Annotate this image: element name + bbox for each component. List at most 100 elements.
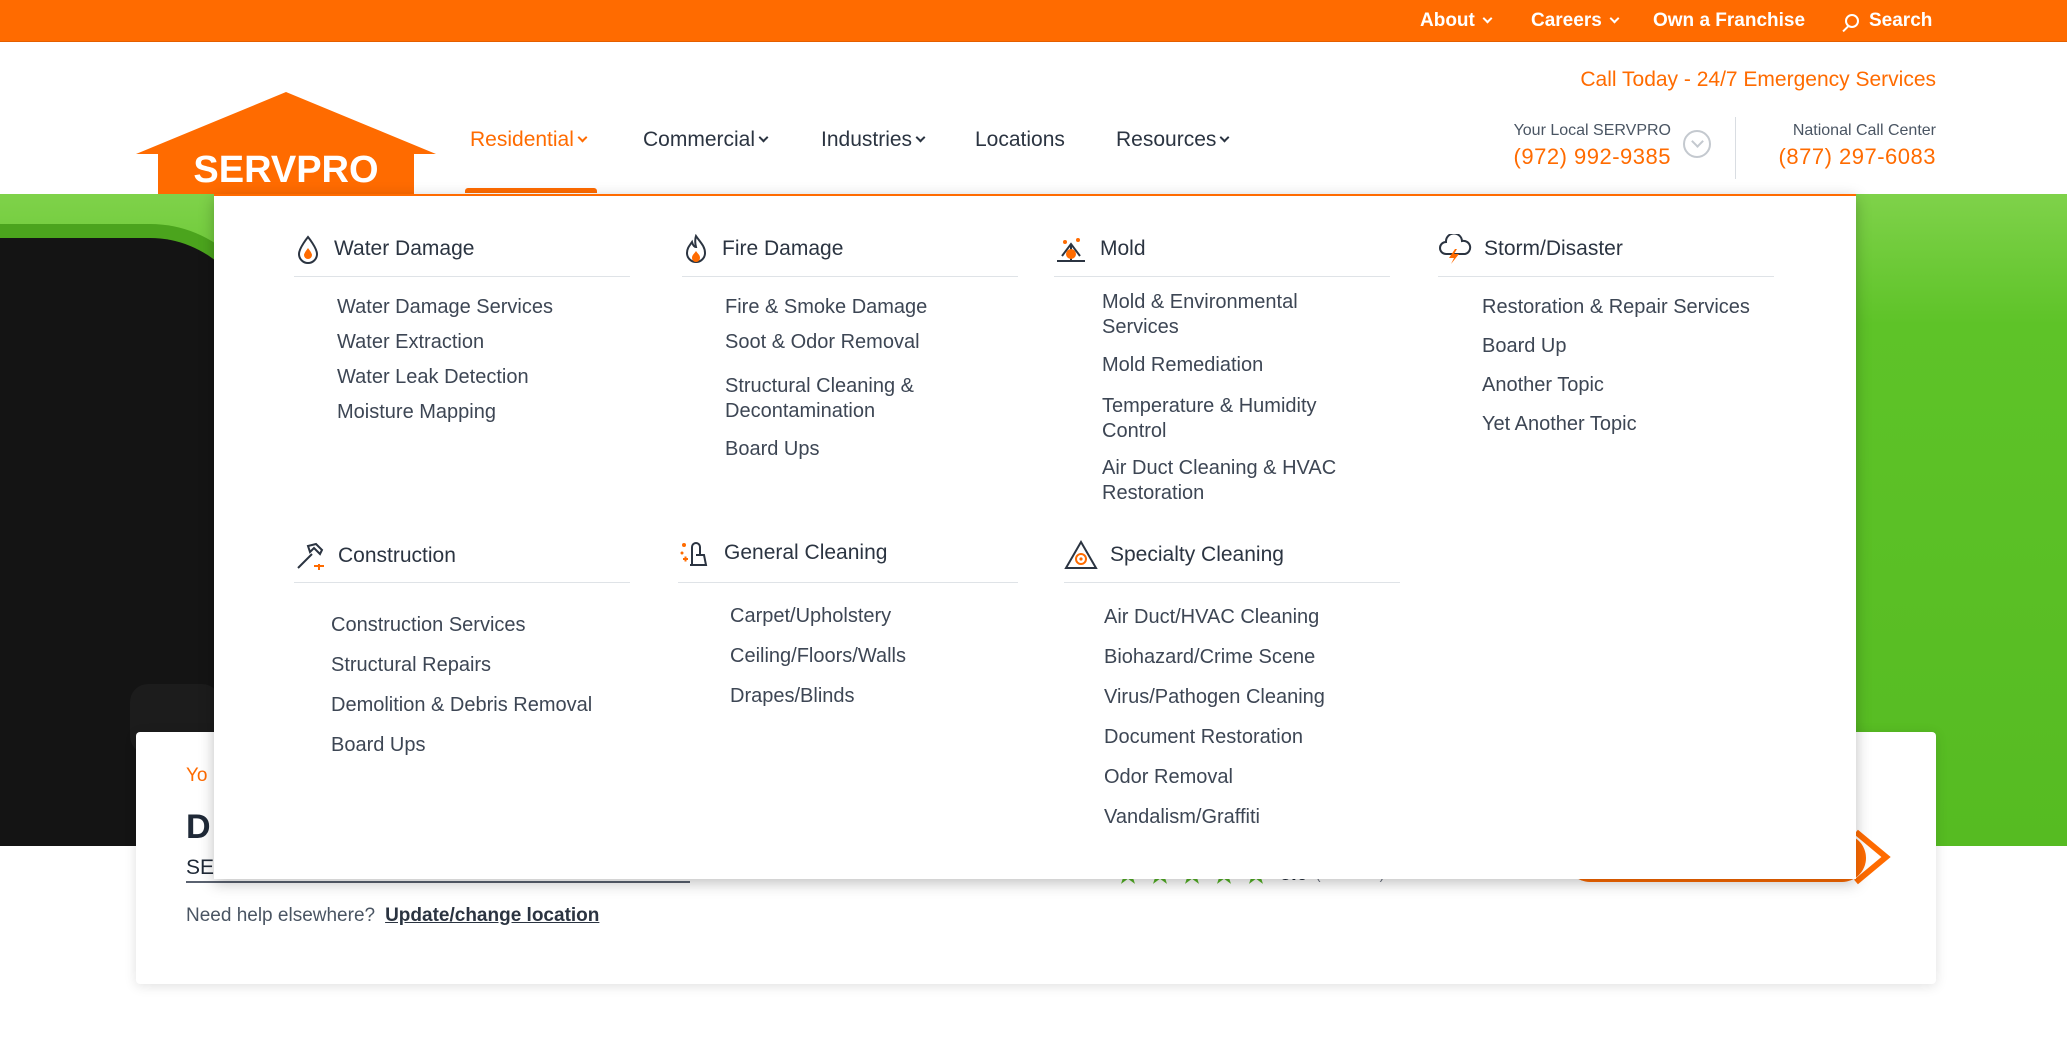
mold-title: Mold [1100,237,1146,260]
topbar-franchise-label: Own a Franchise [1653,10,1806,31]
general-link-3[interactable]: Drapes/Blinds [730,684,855,709]
local-phone-number[interactable]: (972) 992-9385 [1514,144,1671,170]
location-subtitle-underline [186,881,690,883]
topbar-about-link[interactable]: About [1420,10,1493,32]
water-damage-heading[interactable]: Water Damage [294,234,474,264]
column-divider [1064,582,1400,583]
nav-locations-label: Locations [975,128,1065,151]
topbar-search-label: Search [1869,10,1933,31]
hammer-icon [297,542,324,570]
water-link-2[interactable]: Water Extraction [337,330,484,355]
update-location-link[interactable]: Update/change location [385,905,599,926]
topbar-careers-label: Careers [1531,10,1602,31]
vacuum-icon [680,542,708,566]
topbar-about-label: About [1420,10,1475,31]
specialty-cleaning-title: Specialty Cleaning [1110,543,1284,566]
national-phone-number[interactable]: (877) 297-6083 [1779,144,1936,170]
biohazard-icon [1064,539,1098,569]
nav-resources[interactable]: Resources [1116,128,1230,152]
storm-disaster-heading[interactable]: Storm/Disaster [1438,234,1623,264]
water-damage-title: Water Damage [334,237,475,260]
fire-link-2[interactable]: Soot & Odor Removal [725,330,920,355]
nav-industries-label: Industries [821,128,913,151]
specialty-link-3[interactable]: Virus/Pathogen Cleaning [1104,685,1325,710]
location-help: Need help elsewhere? Update/change locati… [186,905,599,927]
specialty-link-6[interactable]: Vandalism/Graffiti [1104,805,1260,830]
local-phone-block[interactable]: Your Local SERVPRO (972) 992-9385 [1514,122,1671,170]
chevron-down-icon [915,132,926,143]
storm-link-4[interactable]: Yet Another Topic [1482,412,1637,437]
site-header: SERVPRO Residential Commercial Industrie… [0,42,2067,200]
residential-mega-menu: Water Damage Water Damage Services Water… [214,194,1856,879]
chevron-down-icon [1219,132,1230,143]
utility-bar: About Careers Own a Franchise Search [0,0,2067,42]
location-eyebrow: Yo [186,765,208,786]
chevron-down-icon [1482,13,1493,24]
specialty-link-1[interactable]: Air Duct/HVAC Cleaning [1104,605,1319,630]
nav-resources-label: Resources [1116,128,1217,151]
mold-link-4[interactable]: Air Duct Cleaning & HVAC Restoration [1102,456,1382,506]
local-phone-label: Your Local SERVPRO [1513,122,1671,139]
nav-commercial[interactable]: Commercial [643,128,769,152]
mold-heading[interactable]: Mold [1054,234,1146,264]
mold-link-1[interactable]: Mold & Environmental Services [1102,290,1362,340]
storm-cloud-icon [1439,234,1472,264]
location-title: D [186,808,211,846]
servpro-logo[interactable]: SERVPRO [136,92,436,200]
fire-link-1[interactable]: Fire & Smoke Damage [725,295,927,320]
storm-link-3[interactable]: Another Topic [1482,373,1604,398]
location-subtitle[interactable]: SE [186,856,214,880]
column-divider [294,276,630,277]
location-help-text: Need help elsewhere? [186,905,376,926]
construction-link-1[interactable]: Construction Services [331,613,526,638]
storm-link-2[interactable]: Board Up [1482,334,1567,359]
construction-link-4[interactable]: Board Ups [331,733,426,758]
flame-icon [685,234,707,263]
mold-link-3[interactable]: Temperature & Humidity Control [1102,394,1362,444]
water-link-1[interactable]: Water Damage Services [337,295,553,320]
construction-link-3[interactable]: Demolition & Debris Removal [331,693,592,718]
topbar-search-link[interactable]: Search [1845,10,1932,32]
general-cleaning-heading[interactable]: General Cleaning [678,537,887,569]
water-drop-icon [297,235,319,264]
specialty-link-2[interactable]: Biohazard/Crime Scene [1104,645,1315,670]
nav-commercial-label: Commercial [643,128,756,151]
chevron-down-icon [1609,13,1620,24]
construction-title: Construction [338,544,456,567]
specialty-link-5[interactable]: Odor Removal [1104,765,1233,790]
column-divider [678,582,1018,583]
chevron-down-icon [758,132,769,143]
chevron-down-icon[interactable] [1683,130,1711,158]
nav-residential-label: Residential [470,128,574,151]
chevron-right-icon [1854,829,1891,885]
fire-damage-title: Fire Damage [722,237,844,260]
fire-link-4[interactable]: Board Ups [725,437,820,462]
nav-locations[interactable]: Locations [975,128,1065,152]
nav-residential[interactable]: Residential [470,128,588,152]
mold-link-2[interactable]: Mold Remediation [1102,353,1263,378]
topbar-careers-link[interactable]: Careers [1531,10,1620,32]
nav-industries[interactable]: Industries [821,128,926,152]
general-link-2[interactable]: Ceiling/Floors/Walls [730,644,906,669]
column-divider [682,276,1018,277]
column-divider [1438,276,1774,277]
fire-damage-heading[interactable]: Fire Damage [682,234,843,264]
national-phone-label: National Call Center [1792,122,1936,139]
logo-text: SERVPRO [193,149,378,191]
water-link-3[interactable]: Water Leak Detection [337,365,529,390]
national-phone-block[interactable]: National Call Center (877) 297-6083 [1779,122,1936,170]
specialty-cleaning-heading[interactable]: Specialty Cleaning [1064,539,1284,571]
nav-active-indicator [465,188,597,193]
specialty-link-4[interactable]: Document Restoration [1104,725,1303,750]
topbar-franchise-link[interactable]: Own a Franchise [1653,10,1805,32]
storm-link-1[interactable]: Restoration & Repair Services [1482,295,1750,320]
general-cleaning-title: General Cleaning [724,541,888,564]
construction-link-2[interactable]: Structural Repairs [331,653,491,678]
mold-spore-icon [1057,238,1085,262]
water-link-4[interactable]: Moisture Mapping [337,400,496,425]
search-icon [1845,14,1859,28]
general-link-1[interactable]: Carpet/Upholstery [730,604,891,629]
fire-link-3[interactable]: Structural Cleaning & Decontamination [725,374,965,424]
construction-heading[interactable]: Construction [294,540,456,572]
call-today-text: Call Today - 24/7 Emergency Services [1580,68,1936,91]
